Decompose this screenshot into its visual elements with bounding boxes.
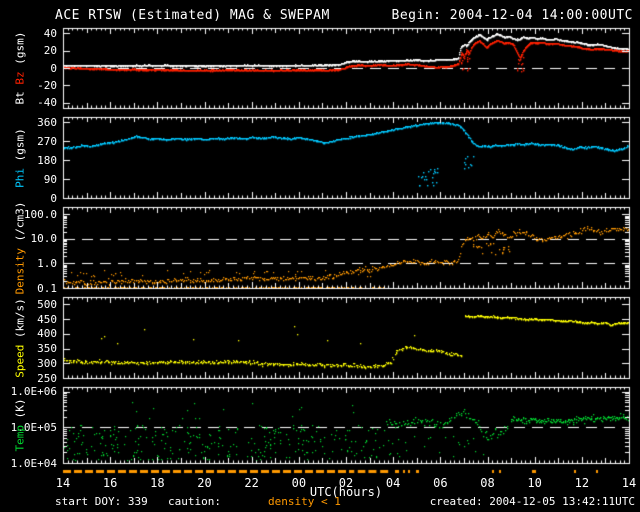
x-tick-label: 06 [433,476,448,490]
chart-canvas [0,0,640,512]
y-axis-label-part: Bz [13,71,27,85]
y-axis-label-part: (K) [13,398,27,425]
y-tick-label: 1.0E+06 [10,385,57,399]
y-axis-label-density: Density (/cm3) [13,201,27,294]
y-tick-label: 270 [37,134,57,148]
y-tick-label: 40 [43,26,57,40]
y-tick-label: -40 [37,96,57,110]
x-tick-label: 14 [621,476,637,490]
y-axis-label-part: (gsm) [13,31,27,72]
y-axis-label-part: (/cm3) [13,201,27,248]
caution-value: density < 1 [268,495,341,508]
y-tick-label: 20 [43,44,57,58]
y-tick-label: 1.0E+04 [10,456,57,470]
y-tick-label: 0.1 [37,281,57,295]
begin-timestamp: Begin: 2004-12-04 14:00:00UTC [391,8,633,23]
x-tick-label: 20 [197,476,212,490]
y-axis-label-speed: Speed (km/s) [13,297,27,378]
y-tick-label: 1.0E+05 [10,420,57,434]
page-title: ACE RTSW (Estimated) MAG & SWEPAM [55,8,330,23]
y-axis-label-part: Density [13,247,27,294]
y-axis-label-part: (gsm) [13,127,27,168]
y-tick-label: 450 [37,312,57,326]
y-tick-label: 90 [43,172,57,186]
y-axis-label-part: Temp [13,425,27,452]
y-tick-label: 350 [37,342,57,356]
x-tick-label: 18 [150,476,165,490]
y-axis-label-part: Phi [13,167,27,188]
caution-label: caution: [168,495,221,508]
y-tick-label: 300 [37,356,57,370]
y-tick-label: 10.0 [30,232,58,246]
x-tick-label: 02 [338,476,354,490]
y-tick-label: 250 [37,371,57,385]
y-axis-label-part: Bt [13,84,27,105]
x-tick-label: 14 [55,476,71,490]
x-tick-label: 22 [244,476,259,490]
y-axis-label-phi: Phi (gsm) [13,127,27,188]
y-axis-label-part: Speed [13,344,27,378]
y-axis-label-temp: Temp (K) [13,398,27,452]
y-tick-label: 0 [50,191,57,205]
x-tick-label: 12 [574,476,590,490]
y-tick-label: 0 [50,61,57,75]
start-doy-label: start DOY: 339 [55,495,148,508]
ace-rtsw-plot: ACE RTSW (Estimated) MAG & SWEPAM Begin:… [0,0,640,512]
y-tick-label: 100.0 [23,207,57,221]
created-timestamp: created: 2004-12-05 13:42:11UTC [429,495,635,508]
y-tick-label: -20 [37,78,57,92]
y-axis-label-bt-bz: Bt Bz (gsm) [13,31,27,105]
x-tick-label: 08 [480,476,495,490]
y-tick-label: 180 [37,153,57,167]
x-tick-label: 00 [291,476,307,490]
y-tick-label: 360 [37,115,57,129]
x-tick-label: 16 [102,476,118,490]
y-axis-label-part: (km/s) [13,297,27,345]
x-tick-label: 04 [385,476,401,490]
y-tick-label: 400 [37,327,57,341]
y-tick-label: 500 [37,297,57,311]
x-tick-label: 10 [527,476,542,490]
y-tick-label: 1.0 [37,256,57,270]
